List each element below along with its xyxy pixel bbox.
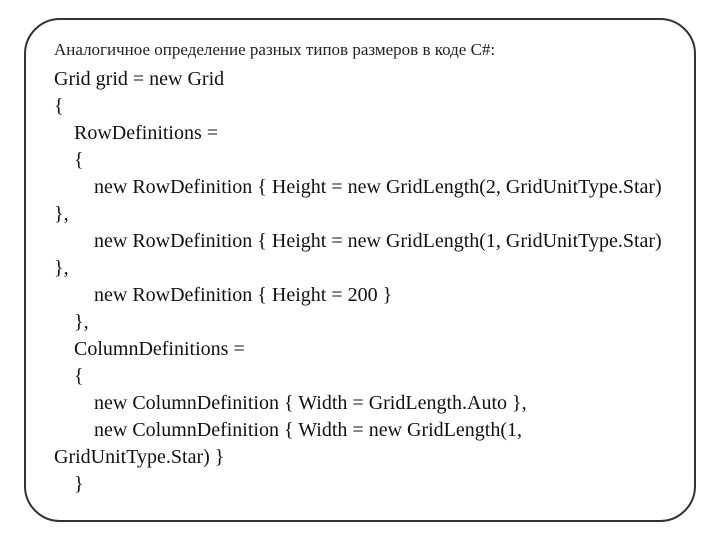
code-block: Grid grid = new Grid { RowDefinitions = …	[54, 66, 666, 498]
code-frame: Аналогичное определение разных типов раз…	[24, 18, 696, 522]
intro-text: Аналогичное определение разных типов раз…	[54, 40, 666, 60]
